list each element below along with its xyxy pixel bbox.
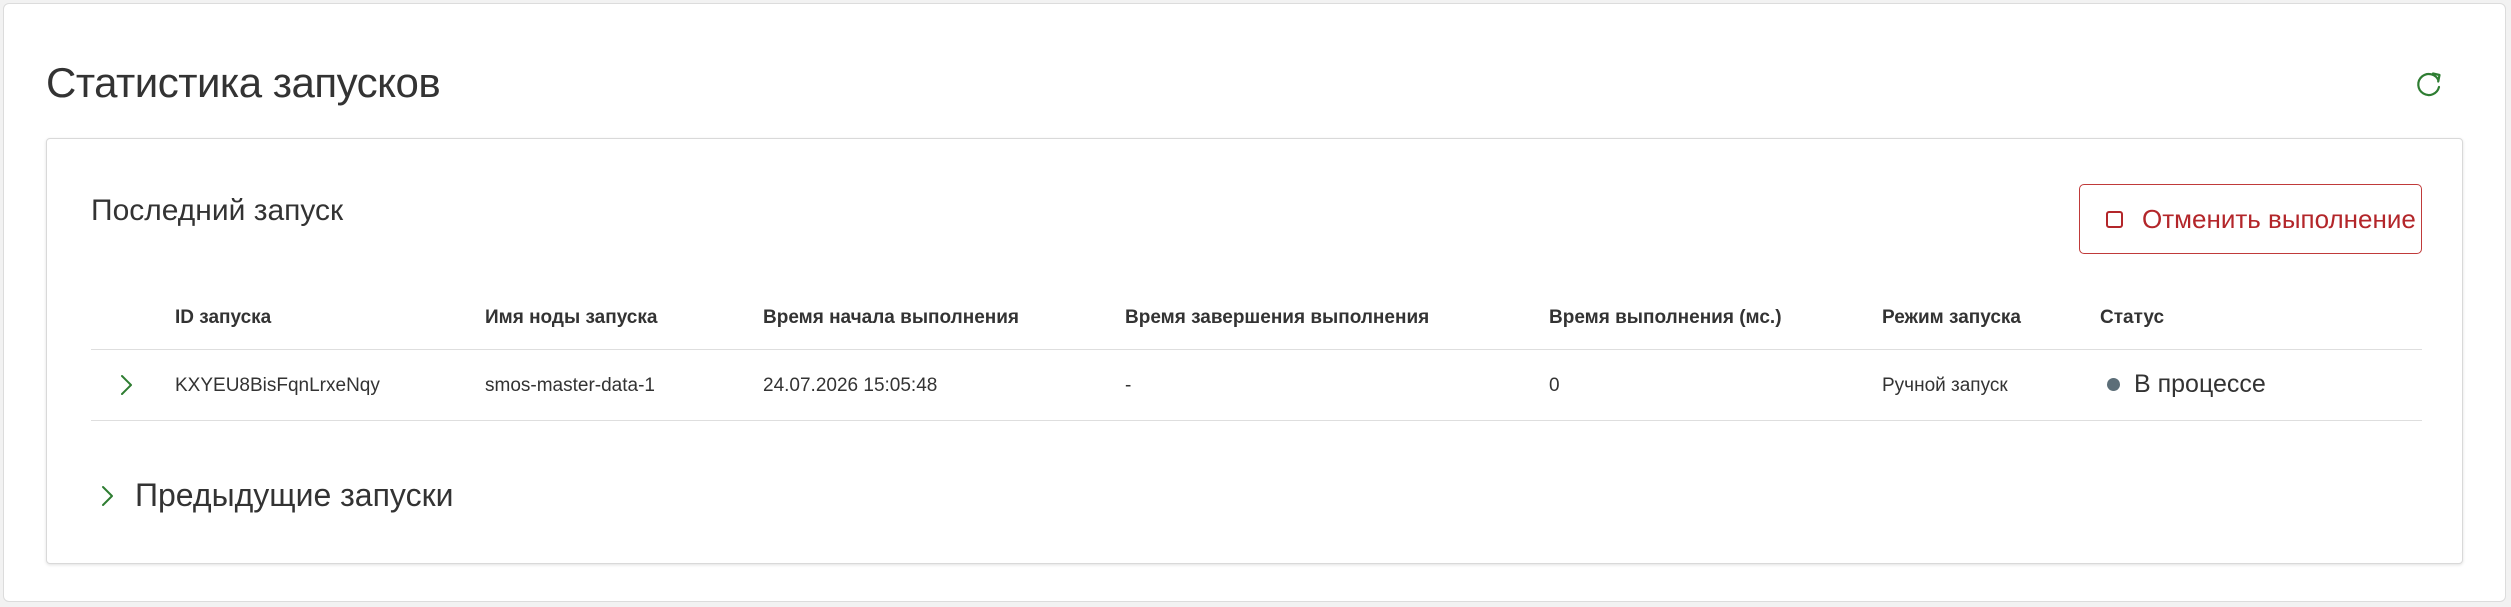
- chevron-right-icon: [113, 372, 139, 398]
- last-run-title: Последний запуск: [91, 194, 344, 227]
- cancel-execution-button[interactable]: Отменить выполнение: [2079, 184, 2422, 254]
- cell-end-time: -: [1125, 375, 1132, 396]
- stop-square-icon: [2106, 210, 2123, 228]
- status-label: В процессе: [2134, 370, 2266, 398]
- cell-duration: 0: [1549, 375, 1560, 396]
- page-title: Статистика запусков: [46, 59, 441, 106]
- cell-start-time: 24.07.2026 15:05:48: [763, 375, 938, 396]
- cancel-execution-label: Отменить выполнение: [2142, 203, 2416, 234]
- column-header-node: Имя ноды запуска: [485, 307, 658, 328]
- column-header-start: Время начала выполнения: [763, 307, 1020, 328]
- last-run-table: ID запуска Имя ноды запуска Время начала…: [91, 289, 2422, 421]
- table-header: ID запуска Имя ноды запуска Время начала…: [91, 289, 2422, 350]
- previous-runs-title: Предыдущие запуски: [135, 477, 454, 513]
- column-header-end: Время завершения выполнения: [1125, 307, 1430, 328]
- column-header-mode: Режим запуска: [1882, 307, 2021, 328]
- chevron-right-icon: [97, 482, 119, 510]
- refresh-button[interactable]: [2413, 68, 2445, 100]
- column-header-duration: Время выполнения (мс.): [1549, 307, 1782, 328]
- refresh-icon: [2413, 68, 2445, 100]
- column-header-id: ID запуска: [175, 307, 272, 328]
- column-header-status: Статус: [2100, 307, 2165, 328]
- expand-row-button[interactable]: [113, 372, 139, 398]
- previous-runs-toggle[interactable]: Предыдущие запуски: [97, 477, 453, 514]
- last-run-card: Последний запуск Отменить выполнение ID …: [46, 138, 2463, 564]
- launch-stats-panel: Статистика запусков Последний запуск Отм…: [3, 3, 2506, 602]
- table-row[interactable]: KXYEU8BisFqnLrxeNqy smos-master-data-1 2…: [91, 350, 2422, 421]
- cell-run-id: KXYEU8BisFqnLrxeNqy: [175, 375, 380, 396]
- status-dot: [2107, 378, 2120, 391]
- cell-node-name: smos-master-data-1: [485, 375, 655, 396]
- cell-run-mode: Ручной запуск: [1882, 375, 2008, 396]
- status-badge: В процессе: [2100, 370, 2266, 399]
